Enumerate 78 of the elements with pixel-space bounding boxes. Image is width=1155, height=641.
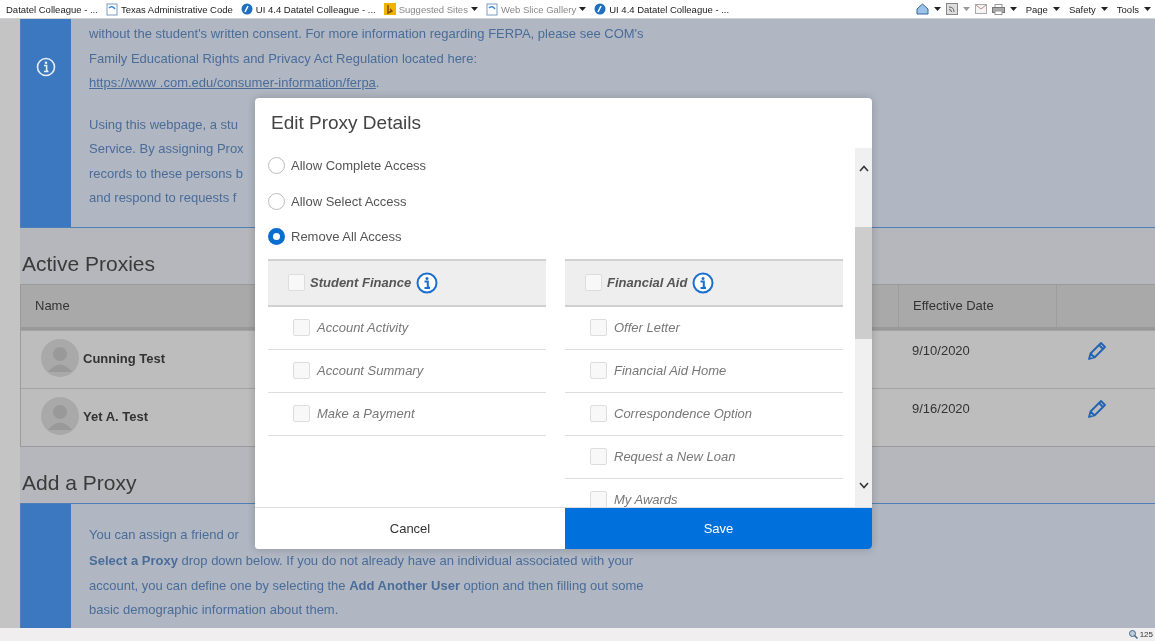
command-menu[interactable]: Safety: [1068, 3, 1096, 15]
radio-label[interactable]: Allow Select Access: [291, 193, 407, 209]
command-menu[interactable]: Tools: [1116, 3, 1139, 15]
checkbox-label[interactable]: My Awards: [614, 492, 678, 507]
checkbox-label[interactable]: Offer Letter: [614, 320, 680, 335]
group-title: Financial Aid: [607, 275, 688, 290]
pencil-icon[interactable]: [1086, 397, 1108, 420]
checkbox[interactable]: [585, 274, 602, 291]
caret-icon[interactable]: [470, 7, 478, 11]
info-icon: [36, 57, 56, 77]
notice-text: Service. By assigning Prox: [89, 140, 244, 158]
dialog-title: Edit Proxy Details: [270, 111, 422, 135]
notice-text: Using this webpage, a stu: [89, 115, 238, 134]
chevron-up-icon[interactable]: [858, 165, 869, 172]
radio-button[interactable]: [268, 192, 285, 210]
proxy-name: Yet A. Test: [83, 408, 149, 424]
scrollbar[interactable]: [855, 148, 872, 507]
favorite-link[interactable]: Texas Administrative Code: [120, 3, 233, 15]
checkbox[interactable]: [293, 319, 310, 336]
caret-icon[interactable]: [1009, 7, 1017, 11]
proxy-name: Cunning Test: [83, 350, 166, 366]
radio-button[interactable]: [268, 228, 285, 246]
chevron-down-icon[interactable]: [858, 482, 869, 489]
checkbox-label[interactable]: Correspondence Option: [614, 406, 753, 421]
info-icon[interactable]: [692, 271, 715, 294]
checkbox[interactable]: [293, 362, 310, 379]
radio-label[interactable]: Allow Complete Access: [291, 158, 427, 174]
favorite-link[interactable]: UI 4.4 Datatel Colleague - ...: [609, 3, 730, 15]
save-button[interactable]: Save: [565, 508, 872, 549]
checkbox-label[interactable]: Account Activity: [317, 320, 409, 335]
avatar-icon: [41, 396, 79, 435]
table-cell-text: 9/16/2020: [911, 399, 971, 418]
zoom-level[interactable]: 125: [1139, 630, 1153, 639]
notice-text: Select a Proxy drop down below. If you do not already have an individual associated with your account, you can define one by selecting the Add Another User option and then filling out some basic demographic information about them.: [89, 552, 644, 619]
checkbox[interactable]: [590, 491, 607, 507]
checkbox-label[interactable]: Make a Payment: [317, 406, 415, 421]
notice-text: without the student's written consent. For more information regarding FERPA, please see COM's: [89, 25, 644, 43]
favorite-link[interactable]: Datatel Colleague - ...: [6, 3, 98, 15]
notice-text: and respond to requests f: [89, 189, 237, 207]
info-icon[interactable]: [416, 271, 439, 294]
home-icon[interactable]: [915, 3, 929, 15]
group-title: Student Finance: [310, 275, 412, 290]
checkbox[interactable]: [288, 274, 305, 291]
favorite-link[interactable]: UI 4.4 Datatel Colleague - ...: [255, 3, 376, 15]
notice-text: records to these persons b: [89, 164, 243, 183]
command-menu[interactable]: Page: [1025, 3, 1048, 15]
checkbox[interactable]: [293, 405, 310, 422]
pencil-icon[interactable]: [1086, 339, 1108, 362]
caret-icon[interactable]: [1052, 7, 1060, 11]
notice-text: Family Educational Rights and Privacy Act Regulation located here:: [89, 49, 478, 68]
notice-text: .: [375, 75, 380, 90]
table-cell-text: 9/10/2020: [911, 341, 971, 360]
column-header: Effective Date: [898, 284, 1056, 327]
checkbox-label[interactable]: Account Summary: [317, 363, 424, 378]
checkbox[interactable]: [590, 319, 607, 336]
caret-icon[interactable]: [933, 7, 941, 11]
section-heading: Active Proxies: [22, 251, 156, 276]
cancel-button[interactable]: Cancel: [255, 508, 565, 549]
feed-icon[interactable]: [945, 3, 958, 15]
notice-text: You can assign a friend or: [89, 525, 239, 544]
caret-icon[interactable]: [1100, 7, 1108, 11]
checkbox[interactable]: [590, 362, 607, 379]
column-header: Name: [34, 297, 71, 315]
section-heading: Add a Proxy: [22, 470, 137, 495]
favorite-link[interactable]: Web Slice Gallery: [500, 3, 577, 15]
printer-icon[interactable]: [991, 3, 1005, 15]
checkbox-label[interactable]: Request a New Loan: [614, 449, 736, 464]
checkbox[interactable]: [590, 405, 607, 422]
checkbox-label[interactable]: Financial Aid Home: [614, 363, 727, 378]
radio-label[interactable]: Remove All Access: [291, 229, 402, 245]
caret-icon[interactable]: [579, 7, 587, 11]
avatar-icon: [41, 338, 79, 377]
zoom-icon[interactable]: [1128, 630, 1138, 639]
mail-icon[interactable]: [974, 4, 987, 14]
favorite-link[interactable]: Suggested Sites: [398, 3, 468, 15]
caret-icon[interactable]: [1144, 7, 1151, 11]
radio-button[interactable]: [268, 157, 285, 175]
checkbox[interactable]: [590, 448, 607, 465]
